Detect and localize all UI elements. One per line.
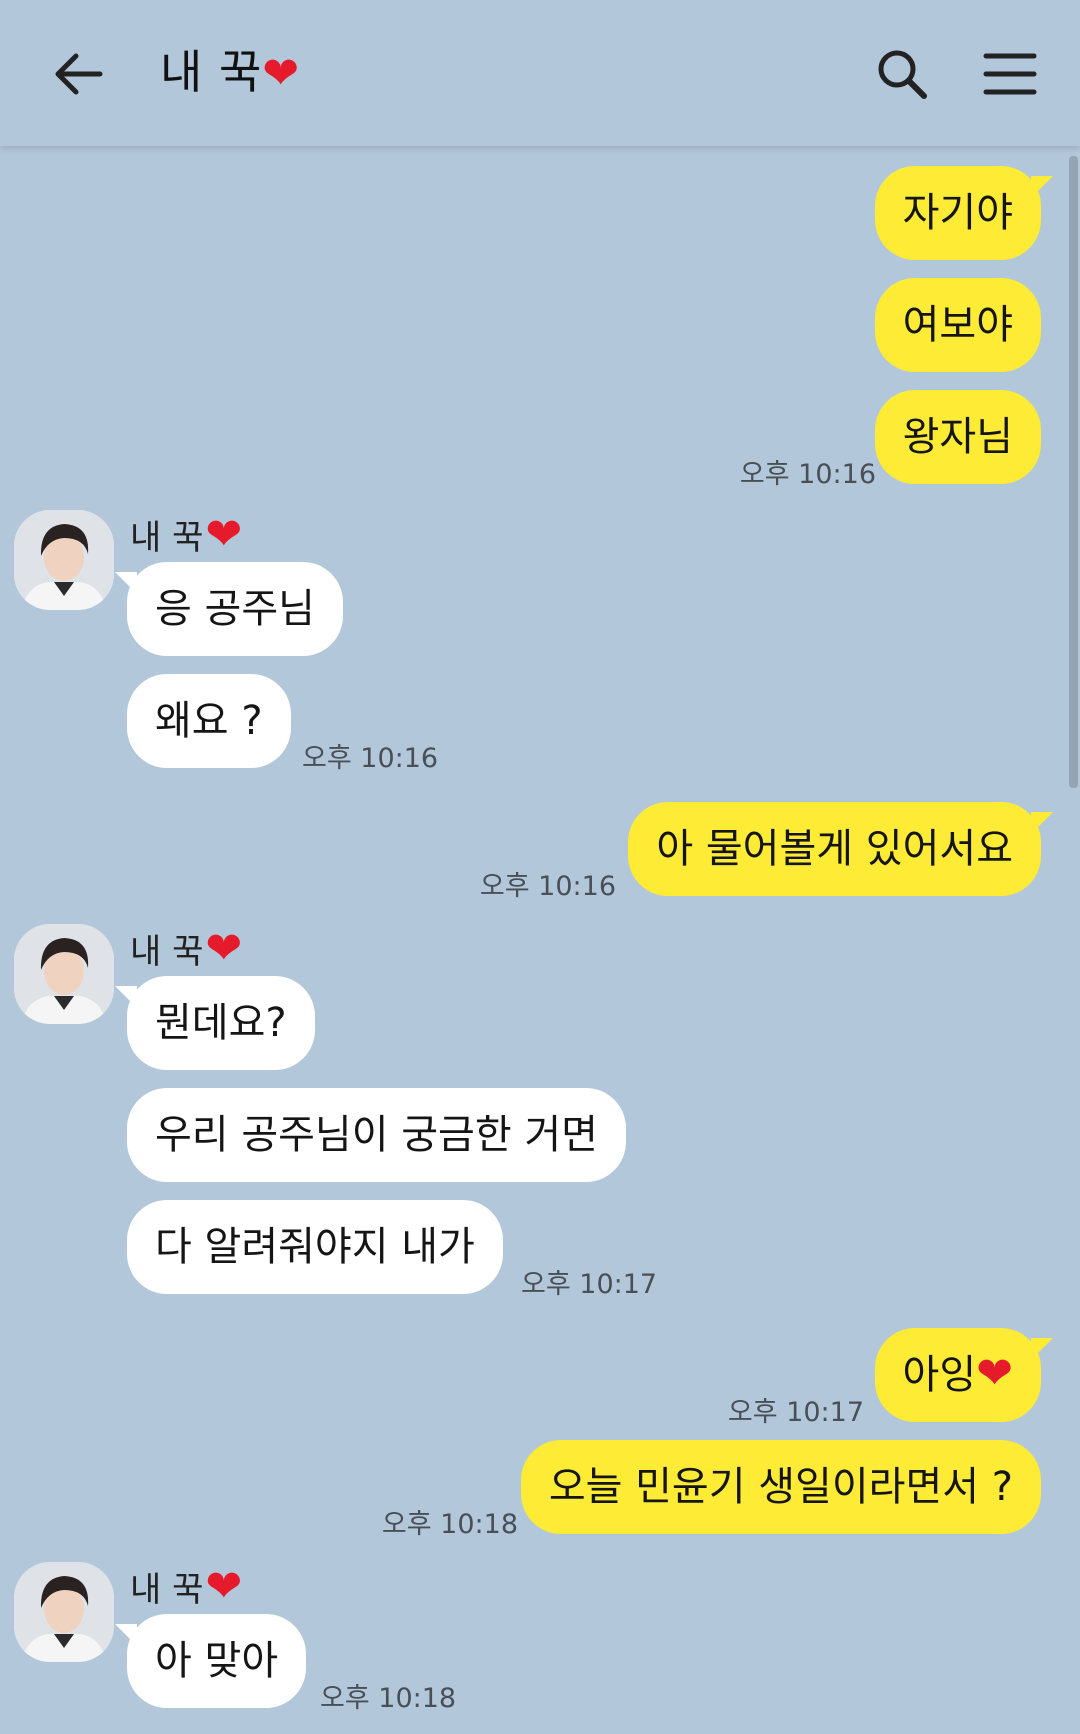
outgoing-message[interactable]: 아 물어볼게 있어서요 [628, 802, 1053, 896]
sender-name-text: 내 꾹 [130, 1570, 204, 1610]
message-text: 자기야 [902, 190, 1013, 236]
message-timestamp: 오후 10:17 [521, 1269, 658, 1300]
incoming-message[interactable]: 왜요 ? [127, 674, 291, 768]
incoming-message[interactable]: 응 공주님 [115, 562, 343, 656]
outgoing-message[interactable]: 왕자님 [874, 390, 1041, 484]
message-timestamp: 오후 10:16 [479, 871, 616, 902]
heart-icon: ❤ [205, 1560, 243, 1612]
message-timestamp: 오후 10:18 [320, 1683, 457, 1714]
outgoing-message[interactable]: 아잉❤ [874, 1328, 1054, 1422]
profile-photo-icon [14, 510, 114, 610]
message-timestamp: 오후 10:17 [727, 1397, 864, 1428]
message-text: 아잉 [902, 1352, 977, 1398]
heart-icon: ❤ [262, 48, 301, 99]
message-text: 여보야 [902, 302, 1013, 348]
message-text: 왕자님 [902, 414, 1013, 460]
outgoing-message[interactable]: 오늘 민윤기 생일이라면서 ? [520, 1440, 1041, 1534]
message-text: 왜요 ? [155, 698, 263, 744]
incoming-message[interactable]: 다 알려줘야지 내가 [127, 1200, 503, 1294]
outgoing-message[interactable]: 여보야 [874, 278, 1041, 372]
sender-name-text: 내 꾹 [130, 932, 204, 972]
chat-title: 내 꾹❤ [160, 42, 300, 102]
message-text: 뭔데요? [155, 1000, 287, 1046]
message-timestamp: 오후 10:16 [739, 459, 876, 490]
profile-photo-icon [14, 1562, 114, 1662]
message-timestamp: 오후 10:16 [302, 743, 439, 774]
chat-message-list[interactable]: 자기야 여보야 왕자님 오후 10:16 내 꾹 ❤ 응 공주님 왜요 ? 오후 … [0, 146, 1080, 1734]
outgoing-message[interactable]: 자기야 [874, 166, 1054, 260]
avatar[interactable] [14, 510, 114, 610]
app-header: 내 꾹❤ [0, 0, 1080, 146]
incoming-message[interactable]: 아 맞아 [114, 1614, 307, 1708]
sender-name: 내 꾹 ❤ [130, 1562, 242, 1611]
sender-name: 내 꾹 ❤ [130, 924, 242, 973]
message-text: 아 맞아 [155, 1638, 279, 1684]
message-text: 다 알려줘야지 내가 [155, 1224, 475, 1270]
profile-photo-icon [14, 924, 114, 1024]
sender-name-text: 내 꾹 [130, 518, 204, 558]
incoming-message[interactable]: 우리 공주님이 궁금한 거면 [127, 1088, 626, 1182]
message-text: 오늘 민윤기 생일이라면서 ? [548, 1464, 1013, 1510]
heart-icon: ❤ [205, 922, 243, 974]
heart-icon: ❤ [976, 1348, 1013, 1399]
message-text: 우리 공주님이 궁금한 거면 [155, 1112, 598, 1158]
incoming-message[interactable]: 뭔데요? [115, 976, 315, 1070]
message-text: 아 물어볼게 있어서요 [656, 826, 1013, 872]
hamburger-menu-icon [983, 53, 1037, 95]
heart-icon: ❤ [205, 508, 243, 560]
arrow-left-icon [55, 53, 103, 95]
message-timestamp: 오후 10:18 [381, 1509, 518, 1540]
message-text: 응 공주님 [155, 586, 315, 632]
chat-title-text: 내 꾹 [160, 45, 263, 99]
avatar[interactable] [14, 924, 114, 1024]
sender-name: 내 꾹 ❤ [130, 510, 242, 559]
search-button[interactable] [872, 44, 932, 104]
search-icon [878, 50, 927, 99]
back-button[interactable] [48, 44, 108, 104]
menu-button[interactable] [980, 44, 1040, 104]
avatar[interactable] [14, 1562, 114, 1662]
